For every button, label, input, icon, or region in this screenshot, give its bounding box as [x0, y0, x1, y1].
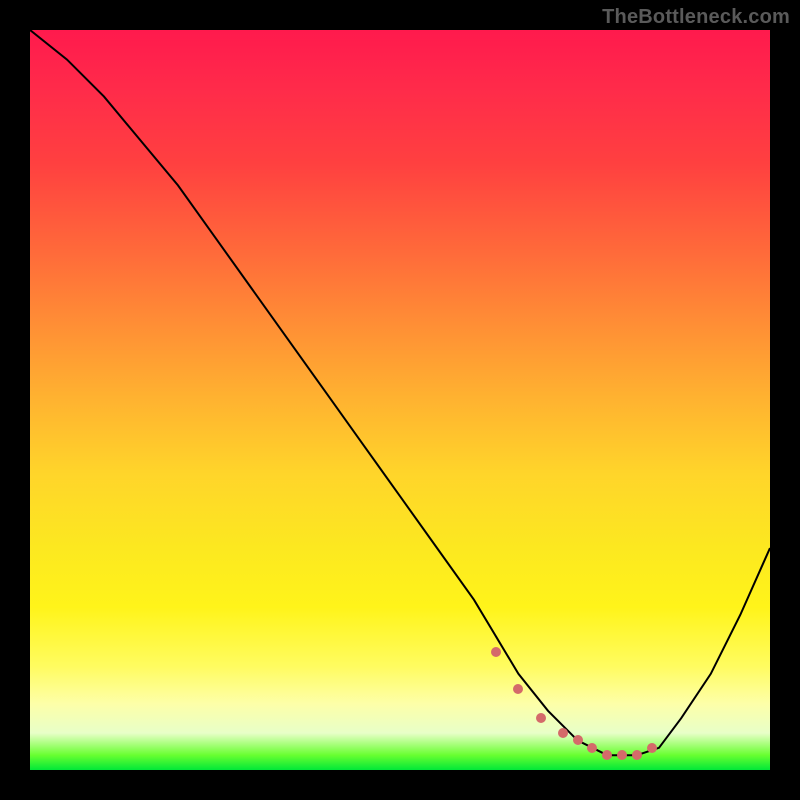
highlight-dot	[587, 743, 597, 753]
highlight-dots-group	[30, 30, 770, 770]
highlight-dot	[573, 735, 583, 745]
highlight-dot	[536, 713, 546, 723]
watermark-text: TheBottleneck.com	[602, 6, 790, 29]
highlight-dot	[647, 743, 657, 753]
chart-container: TheBottleneck.com	[0, 0, 800, 800]
highlight-dot	[617, 750, 627, 760]
highlight-dot	[513, 684, 523, 694]
highlight-dot	[491, 647, 501, 657]
highlight-dot	[632, 750, 642, 760]
plot-area	[30, 30, 770, 770]
highlight-dot	[602, 750, 612, 760]
highlight-dot	[558, 728, 568, 738]
